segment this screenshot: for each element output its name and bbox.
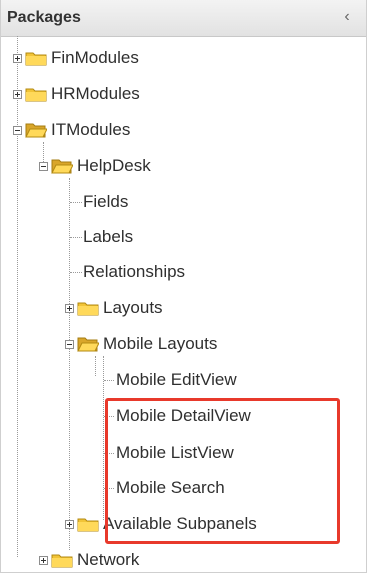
folder-open-icon [25, 123, 47, 138]
tree-node-label: HRModules [51, 84, 140, 103]
expand-icon[interactable] [13, 89, 22, 99]
tree-node-label: ITModules [51, 120, 131, 139]
collapse-icon[interactable] [39, 161, 48, 171]
folder-icon [25, 52, 47, 66]
expand-icon[interactable] [39, 555, 48, 565]
collapse-icon[interactable] [65, 339, 74, 349]
highlight-box [105, 398, 340, 544]
tree-node-layouts[interactable]: Layouts [65, 297, 163, 319]
packages-panel: Packages ‹ FinModules HRModules ITModule… [0, 0, 367, 573]
folder-icon [77, 302, 99, 316]
tree-node-label: Labels [83, 227, 134, 246]
collapse-panel-button[interactable]: ‹ [338, 8, 356, 26]
panel-header: Packages ‹ [1, 0, 366, 37]
tree-node-hrmodules[interactable]: HRModules [13, 83, 140, 105]
tree-node-network[interactable]: Network [39, 549, 139, 571]
panel-title: Packages [7, 9, 81, 26]
folder-icon [25, 88, 47, 102]
tree-node-label: Mobile EditView [116, 370, 237, 389]
tree-node-labels[interactable]: Labels [83, 226, 133, 248]
tree-node-helpdesk[interactable]: HelpDesk [39, 155, 151, 177]
expand-icon[interactable] [65, 303, 74, 313]
folder-open-icon [51, 159, 73, 174]
expand-icon[interactable] [13, 53, 22, 63]
tree-connector [69, 178, 70, 550]
package-tree: FinModules HRModules ITModules HelpDesk … [1, 36, 366, 572]
tree-node-label: Network [77, 550, 140, 569]
tree-connector [70, 272, 82, 273]
tree-node-label: FinModules [51, 48, 139, 67]
tree-connector [70, 237, 82, 238]
tree-node-fields[interactable]: Fields [83, 191, 128, 213]
expand-icon[interactable] [65, 519, 74, 529]
tree-node-mobile-layouts[interactable]: Mobile Layouts [65, 333, 217, 355]
tree-node-label: Mobile Layouts [103, 334, 218, 353]
folder-icon [77, 518, 99, 532]
tree-connector [70, 202, 82, 203]
collapse-icon[interactable] [13, 125, 22, 135]
tree-node-finmodules[interactable]: FinModules [13, 47, 139, 69]
tree-node-label: Relationships [83, 262, 186, 281]
tree-connector [104, 380, 114, 381]
tree-connector [95, 356, 96, 376]
tree-connector [17, 36, 18, 557]
tree-node-label: Layouts [103, 298, 163, 317]
tree-node-label: Fields [83, 192, 129, 211]
tree-node-relationships[interactable]: Relationships [83, 261, 185, 283]
tree-node-mobile-editview[interactable]: Mobile EditView [116, 369, 237, 391]
folder-open-icon [77, 337, 99, 352]
tree-node-label: HelpDesk [77, 156, 151, 175]
folder-icon [51, 554, 73, 568]
tree-node-itmodules[interactable]: ITModules [13, 119, 130, 141]
